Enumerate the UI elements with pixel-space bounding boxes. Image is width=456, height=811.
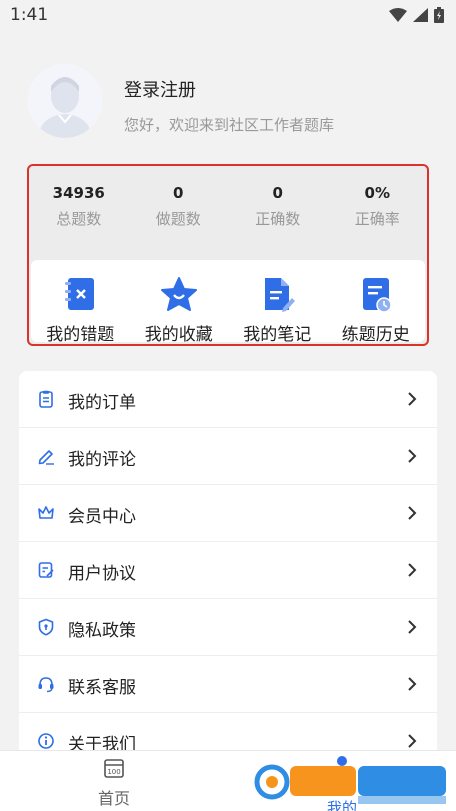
shortcut-notes[interactable]: 我的笔记 — [228, 260, 327, 345]
battery-icon — [434, 7, 444, 23]
default-avatar-icon — [28, 64, 102, 138]
chevron-right-icon — [408, 677, 417, 691]
menu-item-vip-center[interactable]: 会员中心 — [19, 485, 437, 542]
menu-item-comments[interactable]: 我的评论 — [19, 428, 437, 485]
menu-item-customer-service[interactable]: 联系客服 — [19, 656, 437, 713]
login-register-link[interactable]: 登录注册 — [124, 76, 196, 102]
stat-label: 正确率 — [354, 210, 400, 228]
favorites-star-icon — [160, 277, 197, 311]
shortcut-label: 我的笔记 — [243, 325, 312, 345]
stat-correct-count: 0 正确数 — [228, 166, 328, 258]
nav-tab-home[interactable]: 100 首页 — [90, 757, 138, 809]
site-watermark-logo — [254, 764, 446, 804]
stat-label: 正确数 — [255, 210, 301, 228]
stats-row: 34936 总题数 0 做题数 0 正确数 0% 正确率 — [29, 166, 427, 258]
stats-card: 34936 总题数 0 做题数 0 正确数 0% 正确率 我的错题 我的收藏 我… — [27, 164, 429, 346]
info-icon — [38, 733, 54, 749]
menu-label: 隐私政策 — [68, 621, 136, 641]
practice-history-icon — [362, 278, 392, 313]
menu-item-orders[interactable]: 我的订单 — [19, 371, 437, 428]
stat-value: 0 — [272, 184, 283, 202]
crown-icon — [38, 506, 54, 519]
stat-value: 0 — [173, 184, 184, 202]
shortcut-label: 我的错题 — [46, 325, 115, 345]
stat-correct-rate: 0% 正确率 — [328, 166, 428, 258]
stat-label: 总题数 — [56, 210, 102, 228]
chevron-right-icon — [408, 734, 417, 748]
avatar[interactable] — [28, 64, 102, 138]
chevron-right-icon — [408, 449, 417, 463]
chevron-right-icon — [408, 620, 417, 634]
profile-header[interactable]: 登录注册 您好，欢迎来到社区工作者题库 — [28, 62, 428, 142]
menu-label: 会员中心 — [68, 507, 136, 527]
chevron-right-icon — [408, 563, 417, 577]
menu-list: 我的订单 我的评论 会员中心 用户协议 隐私政策 联系客服 关于我们 — [19, 371, 437, 771]
status-bar: 1:41 — [0, 0, 456, 32]
stat-total-questions: 34936 总题数 — [29, 166, 129, 258]
status-icons — [389, 7, 444, 23]
stat-value: 34936 — [52, 184, 105, 202]
menu-label: 联系客服 — [68, 678, 136, 698]
shortcut-row: 我的错题 我的收藏 我的笔记 练题历史 — [31, 260, 426, 345]
shortcut-practice-history[interactable]: 练题历史 — [327, 260, 426, 345]
wrong-questions-icon — [65, 278, 95, 310]
headset-icon — [38, 677, 54, 693]
chevron-right-icon — [408, 506, 417, 520]
menu-label: 用户协议 — [68, 564, 136, 584]
shortcut-label: 练题历史 — [341, 325, 410, 345]
svg-text:100: 100 — [107, 768, 120, 776]
signal-icon — [413, 8, 428, 22]
chevron-right-icon — [408, 392, 417, 406]
shield-icon — [38, 618, 54, 636]
notes-icon — [265, 278, 296, 312]
nav-home-label: 首页 — [97, 789, 130, 808]
shortcut-favorites[interactable]: 我的收藏 — [130, 260, 229, 345]
agreement-icon — [38, 562, 54, 578]
menu-item-user-agreement[interactable]: 用户协议 — [19, 542, 437, 599]
wifi-icon — [389, 8, 407, 22]
status-time: 1:41 — [10, 5, 49, 25]
comment-edit-icon — [38, 450, 54, 465]
welcome-text: 您好，欢迎来到社区工作者题库 — [124, 116, 335, 134]
home-calendar-icon: 100 — [104, 759, 124, 778]
order-icon — [39, 390, 53, 408]
stat-done-questions: 0 做题数 — [129, 166, 229, 258]
stat-label: 做题数 — [155, 210, 201, 228]
menu-label: 我的评论 — [68, 450, 136, 470]
menu-item-privacy-policy[interactable]: 隐私政策 — [19, 599, 437, 656]
shortcut-label: 我的收藏 — [144, 325, 213, 345]
stat-value: 0% — [364, 184, 390, 202]
menu-label: 我的订单 — [68, 393, 136, 413]
shortcut-wrong-questions[interactable]: 我的错题 — [31, 260, 130, 345]
